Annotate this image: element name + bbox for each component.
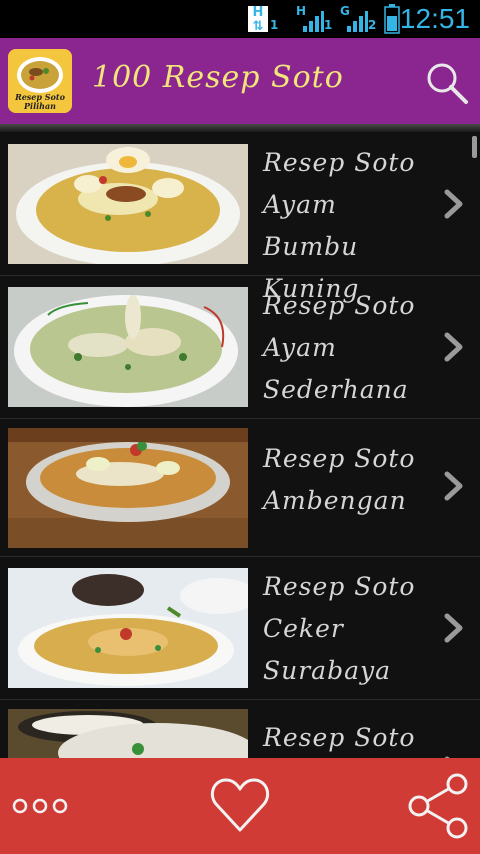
bottom-bar: [0, 758, 480, 854]
recipe-title-line: Resep Soto: [263, 444, 416, 473]
search-button[interactable]: [424, 60, 470, 106]
recipe-title-line: Resep Soto: [263, 148, 416, 177]
recipe-title-line: Ceker: [263, 614, 344, 643]
recipe-title-line: Ambengan: [263, 486, 407, 515]
search-icon: [427, 63, 468, 104]
logo-text-line2: Pilihan: [24, 101, 56, 111]
recipe-thumbnail: [8, 287, 248, 407]
list-scrollbar[interactable]: [472, 136, 477, 158]
recipe-row[interactable]: Resep Soto Ayam Sederhana: [0, 275, 480, 419]
app-bar: Resep Soto Pilihan 100 Resep Soto: [0, 38, 480, 124]
recipe-title-line: Surabaya: [263, 656, 392, 685]
chevron-right-icon: [444, 332, 463, 362]
recipe-row[interactable]: Resep Soto Ayam Bumbu Kuning: [0, 132, 480, 303]
sim2-signal: G 2: [340, 4, 380, 34]
recipe-thumbnail: [8, 709, 248, 758]
recipe-thumbnail: [8, 428, 248, 548]
recipe-row[interactable]: Resep Soto Ambengan: [0, 418, 480, 557]
battery-icon: [384, 4, 400, 34]
recipe-title: Resep Soto: [263, 717, 438, 758]
recipe-row[interactable]: Resep Soto: [0, 699, 480, 758]
more-button[interactable]: [10, 786, 76, 826]
sim2-slot: 2: [368, 18, 377, 32]
app-bar-shadow: [0, 124, 480, 132]
recipe-title-line: Resep Soto: [263, 291, 416, 320]
clock: 12:51: [399, 3, 470, 34]
sim1-slot: 1: [324, 18, 333, 32]
favorite-button[interactable]: [208, 774, 272, 838]
recipe-title-line: Resep Soto: [263, 723, 416, 752]
status-bar: H ⇅ 1 H 1 G 2 12:51: [0, 0, 480, 38]
signal-bars-icon: [347, 11, 368, 32]
data-arrows-icon: H ⇅: [248, 5, 268, 34]
recipe-list[interactable]: Resep Soto Ayam Bumbu Kuning Resep Soto …: [0, 132, 480, 758]
recipe-thumbnail: [8, 144, 248, 264]
more-dots-icon: [12, 798, 68, 814]
share-button[interactable]: [404, 772, 472, 840]
recipe-title-line: Resep Soto: [263, 572, 416, 601]
app-title: 100 Resep Soto: [92, 60, 344, 95]
heart-icon: [210, 778, 270, 832]
sim1-signal: H 1: [296, 4, 336, 34]
chevron-right-icon: [444, 471, 463, 501]
recipe-row[interactable]: Resep Soto Ceker Surabaya: [0, 556, 480, 700]
recipe-title-line: Ayam Bumbu: [263, 190, 359, 261]
recipe-title-line: Ayam: [263, 333, 337, 362]
recipe-title: Resep Soto Ceker Surabaya: [263, 566, 438, 692]
h-data-indicator: H ⇅ 1: [248, 4, 279, 34]
app-logo[interactable]: Resep Soto Pilihan: [8, 49, 72, 113]
chevron-right-icon: [444, 189, 463, 219]
recipe-title-line: Sederhana: [263, 375, 409, 404]
recipe-thumbnail: [8, 568, 248, 688]
chevron-right-icon: [444, 613, 463, 643]
recipe-title: Resep Soto Ayam Sederhana: [263, 285, 438, 411]
recipe-title: Resep Soto Ambengan: [263, 438, 438, 522]
h-label: H: [252, 5, 264, 20]
share-icon: [408, 773, 468, 839]
signal-bars-icon: [303, 11, 324, 32]
h-slot-label: 1: [270, 18, 279, 32]
